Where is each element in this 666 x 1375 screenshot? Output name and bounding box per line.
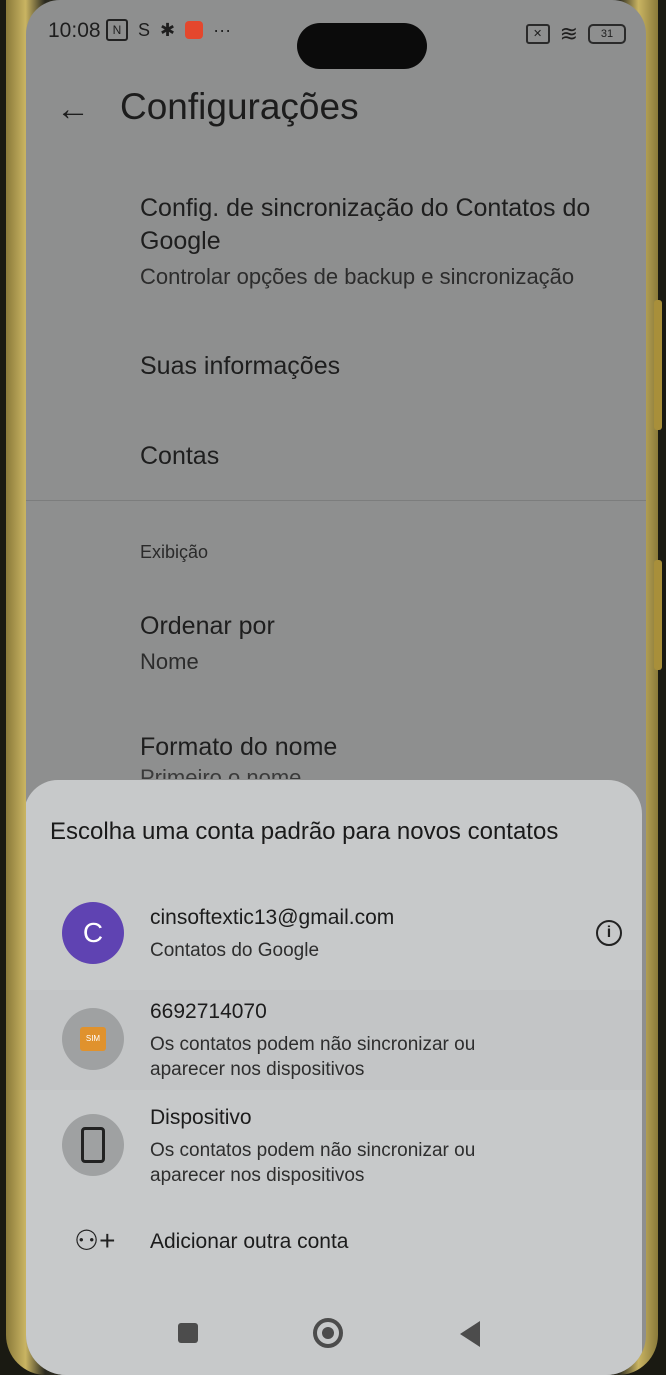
sort-value: Nome	[140, 649, 199, 674]
power-button	[654, 560, 662, 670]
settings-item-name-format[interactable]: Formato do nome	[140, 731, 616, 764]
sim-avatar: SIM	[62, 1008, 124, 1070]
account-row-google[interactable]: C cinsoftextic13@gmail.com Contatos do G…	[26, 898, 642, 988]
sim-status-icon: S	[138, 19, 151, 40]
account-row-sim[interactable]: SIM 6692714070 Os contatos podem não sin…	[26, 998, 642, 1098]
phone-frame: 10:08 N S ✱ ··· ✕ ≋ 31 ← Configurações C…	[6, 0, 662, 1375]
no-sim-icon: ✕	[525, 24, 550, 44]
divider	[26, 500, 646, 501]
screen: 10:08 N S ✱ ··· ✕ ≋ 31 ← Configurações C…	[26, 0, 646, 1375]
sim-card-icon: SIM	[80, 1027, 106, 1051]
more-notifications-icon: ···	[213, 19, 232, 40]
add-account-row[interactable]: ⚇+ Adicionar outra conta	[26, 1224, 642, 1264]
name-format-title: Formato do nome	[140, 733, 338, 761]
home-icon[interactable]	[313, 1318, 343, 1348]
status-time: 10:08	[48, 19, 101, 42]
sort-title: Ordenar por	[140, 612, 275, 640]
info-icon[interactable]: i	[596, 920, 622, 946]
camera-cutout	[297, 23, 427, 69]
add-person-icon: ⚇+	[74, 1225, 116, 1256]
account-email: cinsoftextic13@gmail.com	[150, 906, 395, 929]
account-type: Contatos do Google	[150, 940, 320, 961]
back-nav-icon[interactable]	[460, 1321, 480, 1347]
account-avatar: C	[62, 902, 124, 964]
status-bar: 10:08 N S ✱ ··· ✕ ≋ 31	[48, 16, 626, 69]
settings-item-sync[interactable]: Config. de sincronização do Contatos do …	[140, 192, 616, 292]
recents-icon[interactable]	[178, 1323, 198, 1343]
device-title: Dispositivo	[150, 1106, 252, 1129]
notification-app-icon	[185, 21, 204, 39]
your-info-title: Suas informações	[140, 352, 341, 380]
sheet-title: Escolha uma conta padrão para novos cont…	[50, 818, 559, 845]
settings-item-sort[interactable]: Ordenar por Nome	[140, 610, 616, 677]
sim-number: 6692714070	[150, 1000, 267, 1023]
back-arrow-icon[interactable]: ←	[56, 90, 90, 129]
status-icons-left: N S ✱ ···	[106, 19, 231, 41]
status-icons-right: ✕ ≋ 31	[525, 21, 626, 47]
gear-icon: ✱	[160, 19, 176, 40]
battery-icon: 31	[588, 24, 626, 44]
account-picker-sheet: Escolha uma conta padrão para novos cont…	[26, 780, 642, 1375]
sim-warning: Os contatos podem não sincronizar ou apa…	[150, 1034, 476, 1080]
volume-button	[654, 300, 662, 430]
sync-title: Config. de sincronização do Contatos do …	[140, 194, 591, 255]
section-header-display: Exibição	[140, 542, 209, 562]
page-title: Configurações	[120, 86, 359, 127]
account-row-device[interactable]: Dispositivo Os contatos podem não sincro…	[26, 1104, 642, 1204]
navigation-bar	[26, 1315, 642, 1355]
device-warning: Os contatos podem não sincronizar ou apa…	[150, 1140, 476, 1186]
add-account-label: Adicionar outra conta	[150, 1230, 349, 1253]
sync-subtitle: Controlar opções de backup e sincronizaç…	[140, 264, 575, 289]
phone-device-icon	[81, 1127, 105, 1163]
nfc-icon: N	[106, 19, 128, 41]
settings-item-your-info[interactable]: Suas informações	[140, 350, 616, 383]
settings-item-accounts[interactable]: Contas	[140, 440, 616, 473]
wifi-icon: ≋	[559, 21, 578, 46]
name-format-value: Primeiro o nome	[140, 765, 302, 779]
accounts-title: Contas	[140, 442, 220, 470]
device-avatar	[62, 1114, 124, 1176]
